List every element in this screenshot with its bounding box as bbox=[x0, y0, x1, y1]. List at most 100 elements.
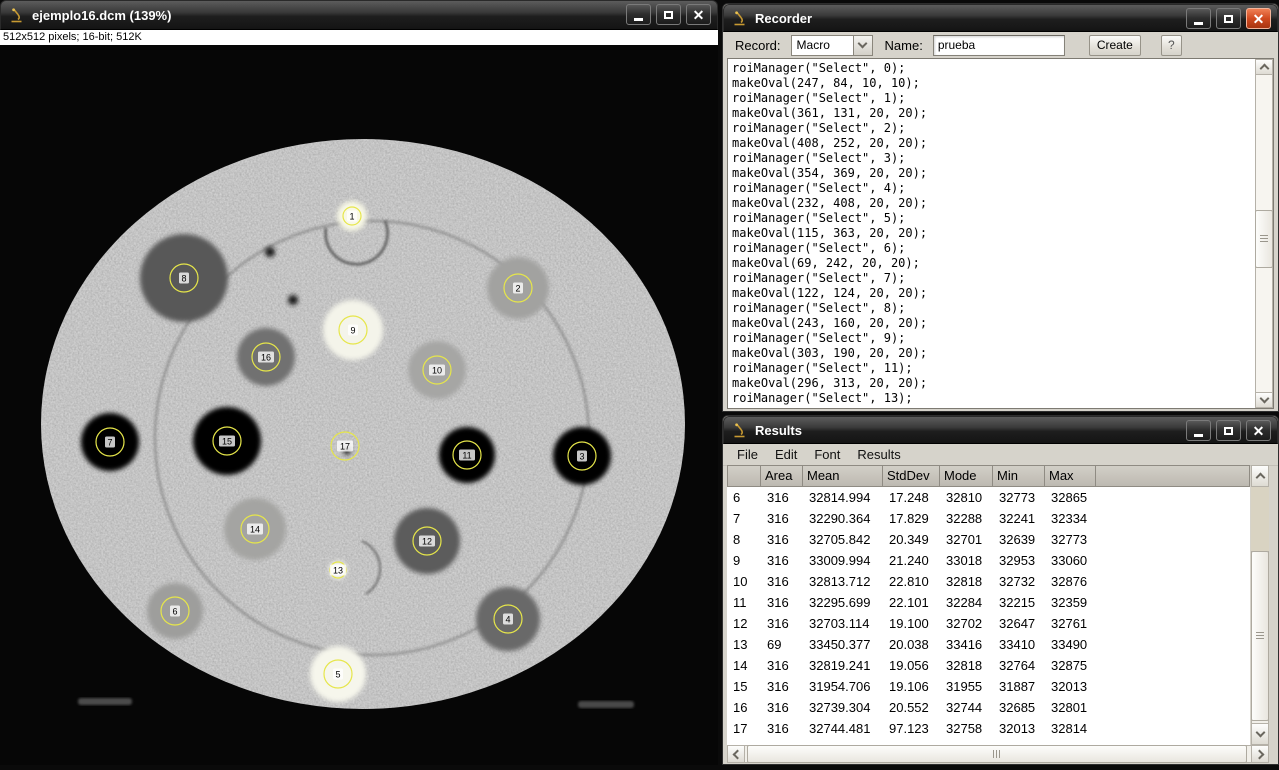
table-cell: 32875 bbox=[1045, 655, 1096, 676]
image-canvas[interactable]: 1829161071517113141213645 bbox=[0, 45, 718, 765]
table-cell: 32288 bbox=[940, 508, 993, 529]
table-row[interactable]: 931633009.99421.240330183295333060 bbox=[727, 550, 1250, 571]
menu-font[interactable]: Font bbox=[814, 447, 840, 462]
name-label: Name: bbox=[885, 38, 923, 53]
recorder-maximize-button[interactable] bbox=[1216, 8, 1241, 29]
table-cell bbox=[1096, 655, 1250, 676]
table-cell: 32701 bbox=[940, 529, 993, 550]
menu-file[interactable]: File bbox=[737, 447, 758, 462]
table-cell bbox=[1096, 592, 1250, 613]
results-vertical-scrollbar[interactable] bbox=[1251, 465, 1269, 745]
image-minimize-button[interactable] bbox=[626, 4, 651, 25]
column-header-Mean: Mean bbox=[803, 465, 883, 487]
create-button[interactable]: Create bbox=[1089, 35, 1141, 56]
table-cell: 32764 bbox=[993, 655, 1045, 676]
table-cell bbox=[1096, 550, 1250, 571]
scroll-down-button[interactable] bbox=[1255, 392, 1273, 408]
results-minimize-button[interactable] bbox=[1186, 420, 1211, 441]
table-cell: 32818 bbox=[940, 655, 993, 676]
table-cell: 69 bbox=[761, 634, 803, 655]
table-row[interactable]: 731632290.36417.829322883224132334 bbox=[727, 508, 1250, 529]
image-maximize-button[interactable] bbox=[656, 4, 681, 25]
table-cell: 15 bbox=[727, 676, 761, 697]
record-mode-select[interactable]: Macro bbox=[791, 35, 873, 56]
results-close-button[interactable]: ✕ bbox=[1246, 420, 1271, 441]
table-row[interactable]: 831632705.84220.349327013263932773 bbox=[727, 529, 1250, 550]
chevron-down-icon[interactable] bbox=[853, 36, 872, 55]
close-icon: ✕ bbox=[693, 8, 705, 22]
scrollbar-track-shaded[interactable] bbox=[1251, 487, 1269, 551]
macro-name-input[interactable] bbox=[933, 35, 1065, 56]
results-titlebar[interactable]: Results ✕ bbox=[723, 416, 1278, 444]
imagej-icon bbox=[732, 423, 747, 438]
scrollbar-thumb[interactable] bbox=[747, 745, 1247, 763]
table-cell: 32744 bbox=[940, 697, 993, 718]
recorder-vertical-scrollbar[interactable] bbox=[1255, 59, 1273, 408]
table-cell: 316 bbox=[761, 697, 803, 718]
chevron-up-icon bbox=[1255, 473, 1265, 483]
table-row[interactable]: 1431632819.24119.056328183276432875 bbox=[727, 655, 1250, 676]
table-cell: 22.101 bbox=[883, 592, 940, 613]
table-cell: 316 bbox=[761, 655, 803, 676]
grip-icon bbox=[1256, 632, 1264, 640]
table-cell: 17.248 bbox=[883, 487, 940, 508]
table-row[interactable]: 1531631954.70619.106319553188732013 bbox=[727, 676, 1250, 697]
image-close-button[interactable]: ✕ bbox=[686, 4, 711, 25]
table-row[interactable]: 1631632739.30420.552327443268532801 bbox=[727, 697, 1250, 718]
maximize-icon bbox=[664, 11, 673, 19]
table-cell: 32773 bbox=[993, 487, 1045, 508]
macro-code[interactable]: roiManager("Select", 0); makeOval(247, 8… bbox=[728, 59, 1273, 406]
image-window-titlebar[interactable]: ejemplo16.dcm (139%) ✕ bbox=[0, 0, 718, 30]
table-row[interactable]: 136933450.37720.038334163341033490 bbox=[727, 634, 1250, 655]
table-cell bbox=[1096, 634, 1250, 655]
svg-text:4: 4 bbox=[505, 615, 510, 625]
scroll-up-button[interactable] bbox=[1255, 59, 1273, 75]
table-cell: 19.100 bbox=[883, 613, 940, 634]
scroll-down-button[interactable] bbox=[1251, 723, 1269, 745]
recorder-toolbar: Record: Macro Name: Create ? bbox=[723, 32, 1278, 58]
results-maximize-button[interactable] bbox=[1216, 420, 1241, 441]
table-row[interactable]: 1031632813.71222.810328183273232876 bbox=[727, 571, 1250, 592]
table-cell: 32241 bbox=[993, 508, 1045, 529]
scrollbar-thumb[interactable] bbox=[1251, 551, 1269, 721]
table-cell: 21.240 bbox=[883, 550, 940, 571]
table-cell: 32810 bbox=[940, 487, 993, 508]
scroll-right-button[interactable] bbox=[1251, 745, 1269, 763]
recorder-minimize-button[interactable] bbox=[1186, 8, 1211, 29]
table-cell: 32773 bbox=[1045, 529, 1096, 550]
svg-text:5: 5 bbox=[335, 670, 340, 680]
column-header-filler bbox=[1096, 465, 1250, 487]
table-cell: 6 bbox=[727, 487, 761, 508]
table-cell: 32758 bbox=[940, 718, 993, 739]
table-row[interactable]: 1731632744.48197.123327583201332814 bbox=[727, 718, 1250, 739]
table-cell bbox=[1096, 508, 1250, 529]
ct-phantom-image: 1829161071517113141213645 bbox=[0, 45, 718, 765]
results-horizontal-scrollbar[interactable] bbox=[727, 745, 1269, 763]
table-cell: 32703.114 bbox=[803, 613, 883, 634]
table-cell: 32013 bbox=[993, 718, 1045, 739]
scroll-up-button[interactable] bbox=[1251, 465, 1269, 487]
help-button[interactable]: ? bbox=[1161, 35, 1182, 56]
table-cell: 32876 bbox=[1045, 571, 1096, 592]
menu-edit[interactable]: Edit bbox=[775, 447, 797, 462]
scroll-left-button[interactable] bbox=[727, 745, 745, 763]
table-cell: 32814 bbox=[1045, 718, 1096, 739]
table-cell bbox=[1096, 487, 1250, 508]
table-cell: 33490 bbox=[1045, 634, 1096, 655]
menu-results[interactable]: Results bbox=[857, 447, 900, 462]
chevron-down-icon bbox=[1255, 728, 1265, 738]
table-row[interactable]: 1131632295.69922.101322843221532359 bbox=[727, 592, 1250, 613]
scrollbar-thumb[interactable] bbox=[1255, 210, 1273, 268]
table-cell: 33410 bbox=[993, 634, 1045, 655]
table-row[interactable]: 631632814.99417.248328103277332865 bbox=[727, 487, 1250, 508]
column-header-row bbox=[727, 465, 761, 487]
column-header-Min: Min bbox=[993, 465, 1045, 487]
results-table-header: AreaMeanStdDevModeMinMax bbox=[727, 465, 1250, 487]
recorder-titlebar[interactable]: Recorder ✕ bbox=[723, 4, 1278, 32]
column-header-Max: Max bbox=[1045, 465, 1096, 487]
macro-text-area[interactable]: roiManager("Select", 0); makeOval(247, 8… bbox=[727, 58, 1274, 409]
table-cell: 32819.241 bbox=[803, 655, 883, 676]
table-row[interactable]: 1231632703.11419.100327023264732761 bbox=[727, 613, 1250, 634]
recorder-close-button[interactable]: ✕ bbox=[1246, 8, 1271, 29]
table-cell: 16 bbox=[727, 697, 761, 718]
